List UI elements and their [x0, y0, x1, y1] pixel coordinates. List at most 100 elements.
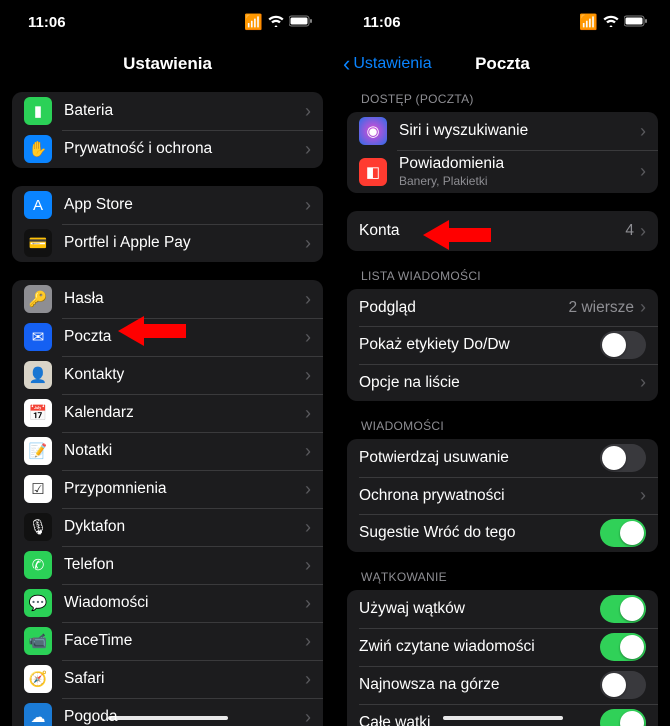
back-label: Ustawienia [353, 55, 431, 73]
back-button[interactable]: ‹ Ustawienia [343, 51, 432, 77]
app-icon: 👤 [24, 361, 52, 389]
signal-icon: 📶 [244, 13, 263, 31]
siri-icon: ◉ [359, 117, 387, 145]
chevron-right-icon: › [640, 221, 646, 242]
row-label: Ochrona prywatności [359, 487, 640, 505]
toggle[interactable] [600, 595, 646, 623]
row-full-threads[interactable]: Całe wątki [347, 704, 658, 726]
settings-row-kontakty[interactable]: 👤Kontakty› [12, 356, 323, 394]
row-label: Podgląd [359, 299, 569, 317]
row-label: Safari [64, 670, 305, 688]
toggle[interactable] [600, 444, 646, 472]
row-label: Portfel i Apple Pay [64, 234, 305, 252]
row-label: Hasła [64, 290, 305, 308]
settings-row-wiadomo-ci[interactable]: 💬Wiadomości› [12, 584, 323, 622]
app-icon: ✋ [24, 135, 52, 163]
chevron-right-icon: › [305, 631, 311, 652]
status-indicators: 📶 [579, 13, 648, 31]
row-list-options[interactable]: Opcje na liście › [347, 364, 658, 401]
chevron-right-icon: › [305, 593, 311, 614]
settings-row-notatki[interactable]: 📝 Notatki› [12, 432, 323, 470]
row-label: Kontakty [64, 366, 305, 384]
row-notifications[interactable]: ◧ Powiadomienia Banery, Plakietki › [347, 150, 658, 193]
battery-icon [624, 14, 648, 31]
row-label: Sugestie Wróć do tego [359, 524, 600, 542]
row-use-threads[interactable]: Używaj wątków [347, 590, 658, 628]
row-accounts[interactable]: Konta 4 › [347, 211, 658, 251]
chevron-right-icon: › [305, 669, 311, 690]
row-label: Wiadomości [64, 594, 305, 612]
row-suggestions[interactable]: Sugestie Wróć do tego [347, 514, 658, 552]
status-time: 11:06 [28, 14, 66, 31]
row-label: Kalendarz [64, 404, 305, 422]
section-header-threading: WĄTKOWANIE [347, 570, 658, 590]
row-label: Telefon [64, 556, 305, 574]
settings-row-facetime[interactable]: 📹FaceTime› [12, 622, 323, 660]
row-label: Pokaż etykiety Do/Dw [359, 336, 600, 354]
settings-row-prywatno-i-ochrona[interactable]: ✋Prywatność i ochrona› [12, 130, 323, 168]
row-label: Konta [359, 222, 625, 240]
row-value: 4 [625, 222, 634, 240]
row-newest-top[interactable]: Najnowsza na górze [347, 666, 658, 704]
toggle[interactable] [600, 519, 646, 547]
section-header-list: LISTA WIADOMOŚCI [347, 269, 658, 289]
row-label: Poczta [64, 328, 305, 346]
battery-icon [289, 14, 313, 31]
row-sublabel: Banery, Plakietki [399, 174, 640, 188]
status-indicators: 📶 [244, 13, 313, 31]
chevron-right-icon: › [305, 327, 311, 348]
chevron-right-icon: › [305, 195, 311, 216]
settings-row-poczta[interactable]: ✉ Poczta› [12, 318, 323, 356]
nav-header: ‹ Ustawienia Poczta [335, 44, 670, 84]
home-indicator[interactable] [443, 716, 563, 720]
row-label: Używaj wątków [359, 600, 600, 618]
nav-header: Ustawienia [0, 44, 335, 84]
app-icon: ✉ [24, 323, 52, 351]
row-confirm-delete[interactable]: Potwierdzaj usuwanie [347, 439, 658, 477]
chevron-right-icon: › [640, 161, 646, 182]
row-label: Siri i wyszukiwanie [399, 122, 640, 140]
app-icon: ▮ [24, 97, 52, 125]
row-privacy[interactable]: Ochrona prywatności › [347, 477, 658, 514]
chevron-right-icon: › [305, 555, 311, 576]
app-icon: ✆ [24, 551, 52, 579]
row-preview[interactable]: Podgląd 2 wiersze › [347, 289, 658, 326]
toggle[interactable] [600, 709, 646, 726]
chevron-right-icon: › [640, 485, 646, 506]
row-show-labels[interactable]: Pokaż etykiety Do/Dw [347, 326, 658, 364]
wifi-icon [603, 14, 619, 31]
chevron-right-icon: › [305, 101, 311, 122]
app-icon: 🎙 [24, 513, 52, 541]
settings-row-dyktafon[interactable]: 🎙Dyktafon› [12, 508, 323, 546]
app-icon: ☑ [24, 475, 52, 503]
chevron-right-icon: › [305, 233, 311, 254]
settings-row-safari[interactable]: 🧭Safari› [12, 660, 323, 698]
chevron-left-icon: ‹ [343, 51, 350, 77]
settings-row-telefon[interactable]: ✆ Telefon› [12, 546, 323, 584]
toggle[interactable] [600, 331, 646, 359]
bell-icon: ◧ [359, 158, 387, 186]
settings-row-has-a[interactable]: 🔑Hasła› [12, 280, 323, 318]
home-indicator[interactable] [108, 716, 228, 720]
row-siri[interactable]: ◉ Siri i wyszukiwanie › [347, 112, 658, 150]
app-icon: 💳 [24, 229, 52, 257]
toggle[interactable] [600, 671, 646, 699]
settings-row-pogoda[interactable]: ☁Pogoda› [12, 698, 323, 726]
settings-row-bateria[interactable]: ▮Bateria› [12, 92, 323, 130]
row-collapse-read[interactable]: Zwiń czytane wiadomości [347, 628, 658, 666]
app-icon: 📝 [24, 437, 52, 465]
toggle[interactable] [600, 633, 646, 661]
chevron-right-icon: › [305, 403, 311, 424]
phone-settings: 11:06 📶 Ustawienia ▮Bateria›✋Prywatność … [0, 0, 335, 726]
settings-row-kalendarz[interactable]: 📅Kalendarz› [12, 394, 323, 432]
row-label: Notatki [64, 442, 305, 460]
settings-row-app-store[interactable]: AApp Store› [12, 186, 323, 224]
row-label: Przypomnienia [64, 480, 305, 498]
chevron-right-icon: › [305, 441, 311, 462]
app-icon: 🔑 [24, 285, 52, 313]
settings-row-przypomnienia[interactable]: ☑Przypomnienia› [12, 470, 323, 508]
section-header-access: DOSTĘP (POCZTA) [347, 92, 658, 112]
row-label: Potwierdzaj usuwanie [359, 449, 600, 467]
app-icon: A [24, 191, 52, 219]
settings-row-portfel-i-apple-pay[interactable]: 💳 Portfel i Apple Pay› [12, 224, 323, 262]
